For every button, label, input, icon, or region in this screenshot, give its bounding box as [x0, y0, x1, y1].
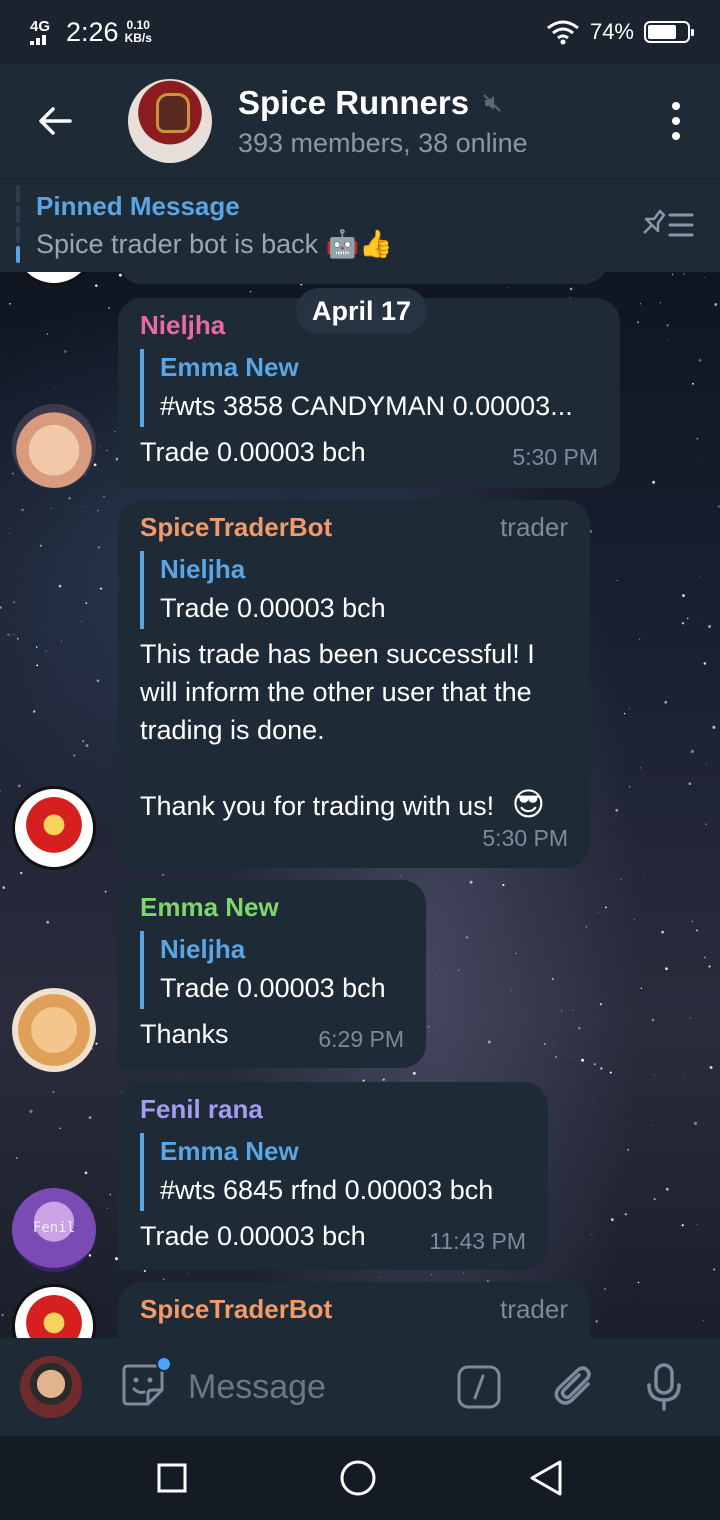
quote-text: Trade 0.00003 bch: [160, 593, 386, 623]
message-time: 5:30 PM: [512, 444, 598, 470]
home-icon[interactable]: [339, 1459, 377, 1497]
user-avatar[interactable]: Fenil: [12, 1188, 96, 1272]
message-bubble[interactable]: Fenil rana Emma New #wts 6845 rfnd 0.000…: [118, 1082, 548, 1270]
message-composer: Message: [0, 1338, 720, 1436]
status-bar: 4G 2:26 0.10 KB/s 74%: [0, 0, 720, 64]
message-text-2: Thank you for trading with us! 😎: [140, 785, 568, 825]
pin-indicator: [16, 185, 20, 263]
sender-name: Emma New: [140, 892, 279, 922]
admin-badge: trader: [500, 1294, 568, 1324]
recents-icon[interactable]: [156, 1462, 188, 1494]
more-options-button[interactable]: [672, 102, 680, 140]
sender-name: SpiceTraderBot: [140, 512, 333, 542]
message-text: Trade 0.00003 bch: [140, 437, 366, 467]
reply-quote[interactable]: Nieljha Trade 0.00003 bch: [140, 551, 568, 629]
reply-quote[interactable]: Emma New #wts 6845 rfnd 0.00003 bch: [140, 1133, 526, 1211]
quote-sender: Emma New: [160, 352, 299, 382]
user-avatar[interactable]: [12, 988, 96, 1072]
quote-text: #wts 3858 CANDYMAN 0.00003...: [160, 391, 573, 421]
group-info[interactable]: Spice Runners 393 members, 38 online: [238, 84, 528, 159]
quote-text: #wts 6845 rfnd 0.00003 bch: [160, 1175, 494, 1205]
message-text: Trade 0.00003 bch: [140, 1221, 366, 1251]
message-time: 6:29 PM: [318, 1026, 404, 1052]
message-bubble[interactable]: Emma New Nieljha Trade 0.00003 bch Thank…: [118, 880, 426, 1068]
message-input[interactable]: Message: [188, 1368, 438, 1407]
avatar-text: Fenil: [32, 1220, 76, 1236]
admin-badge: trader: [500, 512, 568, 542]
clock: 2:26: [66, 16, 119, 47]
message-bubble[interactable]: [118, 272, 608, 284]
message-list[interactable]: Nieljha Emma New #wts 3858 CANDYMAN 0.00…: [0, 272, 720, 1338]
user-avatar[interactable]: [12, 404, 96, 488]
group-avatar[interactable]: [128, 79, 212, 163]
speed-unit: KB/s: [124, 31, 152, 45]
quote-sender: Emma New: [160, 1136, 299, 1166]
quote-sender: Nieljha: [160, 934, 246, 964]
pinned-list-icon[interactable]: [642, 205, 696, 245]
quote-sender: Nieljha: [160, 554, 246, 584]
group-members-count: 393 members, 38 online: [238, 127, 528, 158]
quote-text: Trade 0.00003 bch: [160, 973, 386, 1003]
emoji-sticker-button[interactable]: [120, 1355, 172, 1413]
emoji: 😎: [511, 786, 546, 822]
network-type: 4G: [30, 17, 51, 35]
sender-name: Nieljha: [140, 310, 226, 340]
microphone-icon[interactable]: [644, 1362, 684, 1412]
message-bubble[interactable]: SpiceTraderBot trader: [118, 1282, 590, 1338]
back-nav-icon[interactable]: [528, 1459, 564, 1497]
message-bubble[interactable]: SpiceTraderBot trader Nieljha Trade 0.00…: [118, 500, 590, 868]
back-arrow-icon: [39, 107, 72, 135]
sender-name: Fenil rana: [140, 1094, 263, 1124]
battery-icon: [644, 21, 694, 43]
message-text-2-content: Thank you for trading with us!: [140, 791, 502, 821]
network-speed: 0.10 KB/s: [125, 19, 152, 45]
user-avatar[interactable]: [12, 786, 96, 870]
date-divider: April 17: [296, 288, 428, 334]
attach-icon[interactable]: [552, 1364, 598, 1410]
back-button[interactable]: [0, 64, 110, 178]
muted-icon: [483, 93, 501, 112]
message-text: This trade has been successful! I will i…: [140, 639, 535, 745]
pinned-message-bar[interactable]: Pinned Message Spice trader bot is back …: [0, 178, 720, 272]
wifi-icon: [547, 20, 579, 45]
network-indicator: 4G: [30, 17, 54, 45]
message-time: 11:43 PM: [429, 1228, 526, 1254]
bot-commands-icon[interactable]: [456, 1364, 502, 1410]
pinned-title: Pinned Message: [36, 191, 240, 221]
group-title: Spice Runners: [238, 83, 470, 121]
chat-header: Spice Runners 393 members, 38 online: [0, 64, 720, 178]
send-as-avatar[interactable]: [20, 1356, 82, 1418]
reply-quote[interactable]: Nieljha Trade 0.00003 bch: [140, 931, 404, 1009]
sender-name: SpiceTraderBot: [140, 1294, 333, 1324]
system-nav-bar: [0, 1436, 720, 1520]
pinned-text: Spice trader bot is back 🤖👍: [36, 229, 393, 259]
message-time: 5:30 PM: [482, 825, 568, 851]
message-text: Thanks: [140, 1019, 229, 1049]
battery-percent: 74%: [589, 19, 634, 44]
reply-quote[interactable]: Emma New #wts 3858 CANDYMAN 0.00003...: [140, 349, 598, 427]
